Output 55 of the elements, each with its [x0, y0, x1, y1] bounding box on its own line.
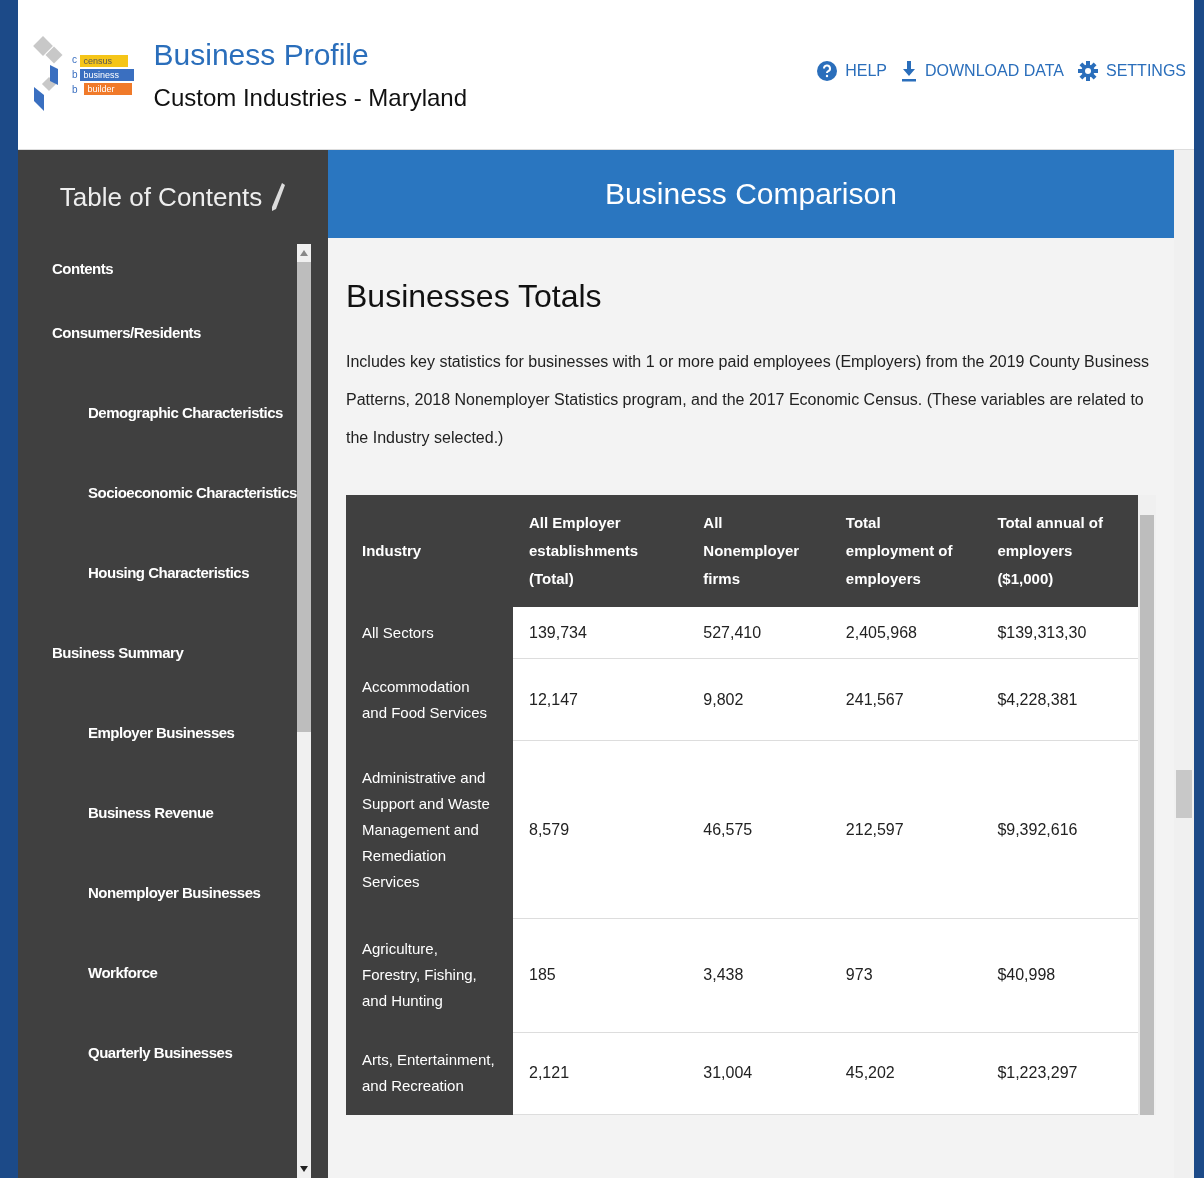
- toc-link[interactable]: Business Summary: [18, 612, 297, 692]
- column-header: Total employment of employers: [829, 495, 982, 607]
- logo-word: census: [79, 54, 128, 67]
- section-heading: Businesses Totals: [346, 278, 603, 315]
- toc-link[interactable]: Socioeconomic Characteristics: [18, 452, 297, 532]
- table-cell: 46,575: [687, 741, 830, 919]
- description-text: Includes key statistics for businesses with 1 or more paid employees (Employers) from the 2019 County Business Patterns, 2018 Nonemployer Statistics program, and the 2017 Economic Census. (These variables are related to the Industry selected.): [346, 352, 1151, 448]
- table-cell: 185: [513, 918, 688, 1032]
- table-cell: 45,202: [829, 1032, 982, 1115]
- settings-icon: [1078, 60, 1098, 81]
- row-header: All Sectors: [346, 607, 513, 659]
- table-cell: 241,567: [829, 658, 982, 741]
- section-banner: Business Comparison: [328, 150, 1174, 238]
- table-cell: 139,734: [513, 607, 688, 659]
- sidebar-title: Table of Contents: [59, 181, 263, 213]
- download-icon: [901, 59, 917, 82]
- column-header: All Employer establishments (Total): [513, 495, 688, 607]
- toc-link[interactable]: Business Revenue: [18, 772, 297, 852]
- table-cell: 8,579: [513, 741, 688, 919]
- logo-word: builder: [83, 82, 132, 95]
- table-cell: 12,147: [513, 658, 688, 741]
- toc-link[interactable]: Employer Businesses: [18, 692, 297, 772]
- pencil-icon[interactable]: [270, 182, 287, 212]
- row-header: Agriculture, Forestry, Fishing, and Hunting: [346, 918, 513, 1032]
- column-header: All Nonemployer firms: [687, 495, 830, 607]
- column-header: Industry: [346, 495, 513, 607]
- app-title: Business Profile: [153, 37, 370, 72]
- toc-link[interactable]: Nonemployer Businesses: [18, 852, 297, 932]
- toc-link[interactable]: Demographic Characteristics: [18, 372, 297, 452]
- help-icon: [817, 60, 838, 81]
- toc-link[interactable]: Housing Characteristics: [18, 532, 297, 612]
- toc-link[interactable]: Quarterly Businesses: [18, 1012, 297, 1092]
- row-header: Arts, Entertainment, and Recreation: [346, 1032, 513, 1115]
- help-link[interactable]: HELP: [817, 60, 887, 81]
- logo-letter: c: [72, 54, 78, 65]
- table-cell: 9,802: [687, 658, 830, 741]
- toc-link[interactable]: Contents: [18, 244, 297, 292]
- table-cell: 2,121: [513, 1032, 688, 1115]
- table-cell: 973: [829, 918, 982, 1032]
- settings-link[interactable]: SETTINGS: [1078, 60, 1186, 81]
- row-header: Administrative and Support and Waste Management and Remediation Services: [346, 741, 513, 919]
- table-cell: 3,438: [687, 918, 830, 1032]
- toc-link[interactable]: Workforce: [18, 932, 297, 1012]
- download-link[interactable]: DOWNLOAD DATA: [901, 59, 1064, 82]
- toc-link[interactable]: Consumers/Residents: [18, 292, 297, 372]
- table-cell: 212,597: [829, 741, 982, 919]
- logo-word: business: [79, 68, 134, 81]
- logo-letter: b: [72, 84, 78, 95]
- table-cell: 527,410: [687, 607, 830, 659]
- table-cell: 2,405,968: [829, 607, 982, 659]
- column-header: Total annual of employers ($1,000): [981, 495, 1138, 607]
- profile-subtitle: Custom Industries - Maryland: [153, 83, 467, 112]
- table-cell: 31,004: [687, 1032, 830, 1115]
- logo-letter: b: [72, 69, 78, 80]
- row-header: Accommodation and Food Services: [346, 658, 513, 741]
